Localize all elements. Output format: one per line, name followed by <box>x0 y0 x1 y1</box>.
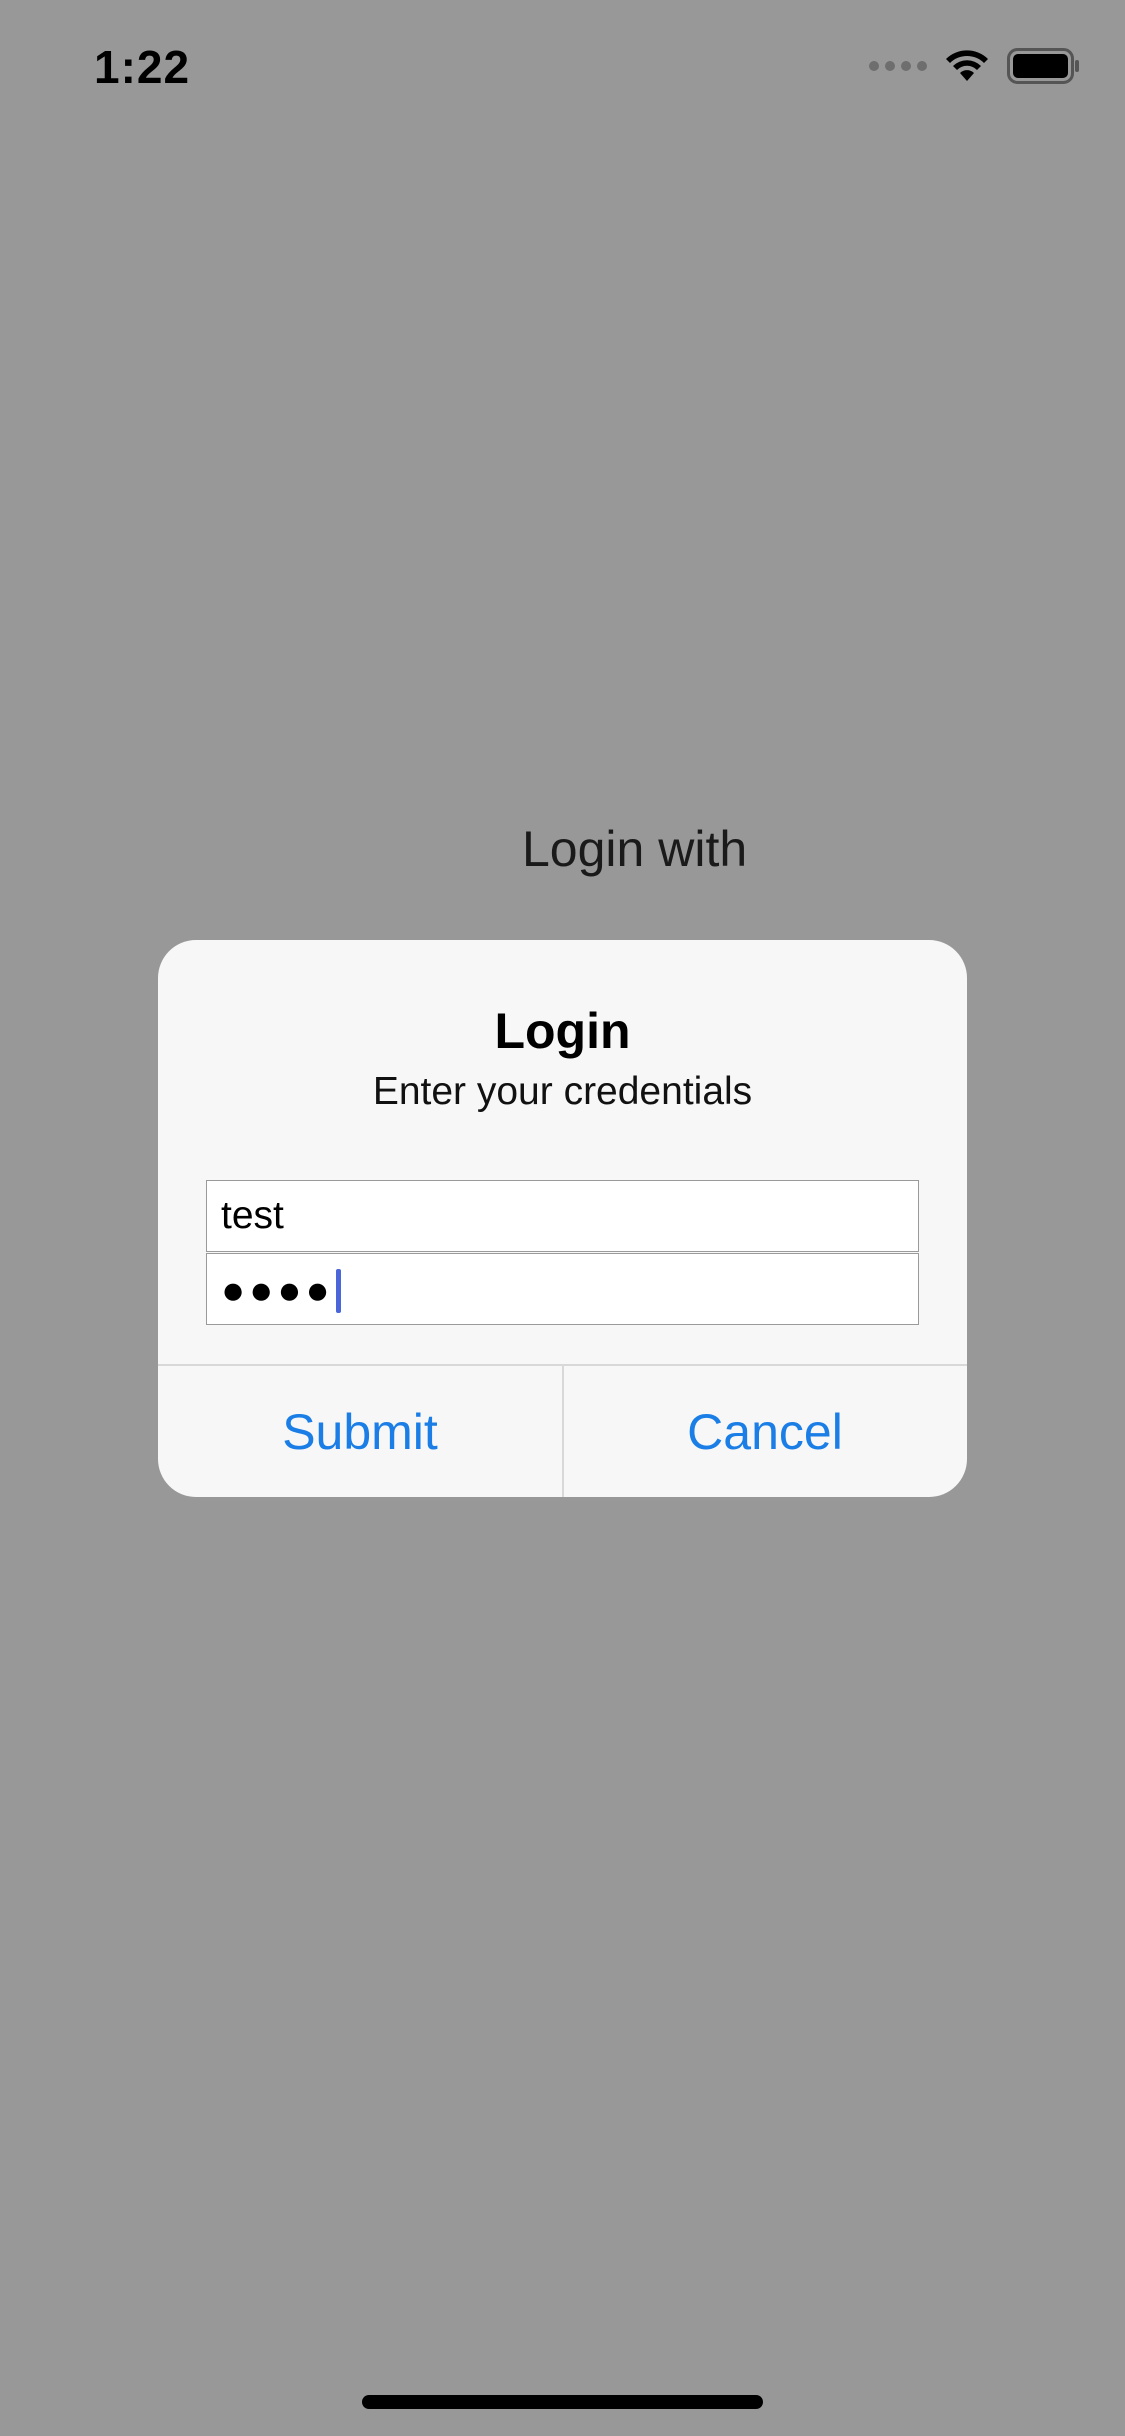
alert-message: Enter your credentials <box>372 1070 753 1113</box>
wifi-icon <box>946 50 988 81</box>
text-cursor <box>335 1268 341 1313</box>
cancel-button[interactable]: Cancel <box>563 1366 967 1497</box>
password-mask: ●●●● <box>221 1268 334 1313</box>
status-time: 1:22 <box>94 41 191 93</box>
username-field[interactable]: test <box>206 1180 919 1252</box>
home-indicator[interactable] <box>362 2395 763 2409</box>
signal-icon <box>869 61 927 71</box>
background-login-label: Login with <box>522 821 748 877</box>
username-value: test <box>221 1194 284 1237</box>
login-alert: Login Enter your credentials test ●●●● S… <box>158 940 967 1497</box>
alert-title: Login <box>494 1003 631 1059</box>
password-field[interactable]: ●●●● <box>206 1253 919 1325</box>
battery-icon <box>1007 48 1079 84</box>
status-bar: 1:22 <box>0 0 1125 140</box>
screen: 1:22 Login with Login Enter your credent… <box>0 0 1125 2436</box>
submit-button[interactable]: Submit <box>158 1366 562 1497</box>
status-icons <box>869 48 1081 84</box>
